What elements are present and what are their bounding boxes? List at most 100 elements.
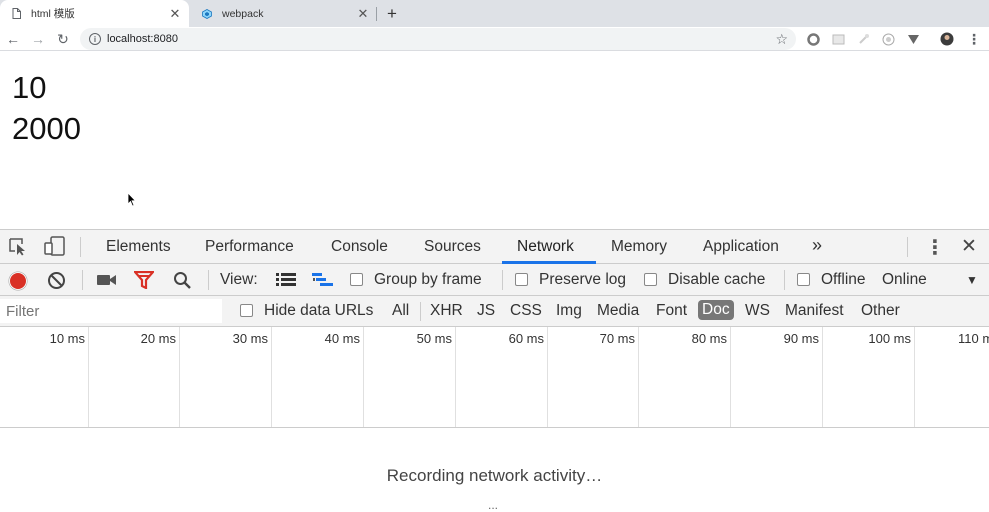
type-filter-img[interactable]: Img [556, 302, 582, 320]
timeline-tick-label: 80 ms [691, 331, 727, 346]
timeline-tick-label: 10 ms [49, 331, 85, 346]
timeline-tick-label: 20 ms [140, 331, 176, 346]
page-viewport: 10 2000 [0, 52, 989, 229]
divider [502, 270, 503, 290]
type-filter-other[interactable]: Other [861, 302, 900, 320]
divider [907, 237, 908, 257]
mouse-cursor-icon [127, 192, 137, 207]
disable-cache-checkbox[interactable] [644, 273, 657, 286]
type-filter-xhr[interactable]: XHR [430, 302, 463, 320]
back-icon[interactable]: ← [4, 30, 22, 48]
timeline-tick-label: 40 ms [324, 331, 360, 346]
divider [80, 237, 81, 257]
throttling-select[interactable]: Online [882, 271, 927, 289]
type-filter-manifest[interactable]: Manifest [785, 302, 844, 320]
disable-cache-label: Disable cache [668, 271, 766, 288]
recording-status: Recording network activity… [386, 466, 603, 485]
close-devtools-icon[interactable]: ✕ [961, 235, 977, 258]
webpack-icon [202, 8, 212, 20]
timeline-tick-label: 100 ms [868, 331, 911, 346]
hide-data-urls-checkbox[interactable] [240, 304, 253, 317]
group-by-frame-label: Group by frame [374, 271, 482, 288]
browser-tab-strip: html 模版 ✕ webpack ✕ + [0, 0, 989, 27]
extension-icon[interactable] [856, 32, 870, 46]
url-text: localhost:8080 [107, 33, 178, 45]
device-toolbar-icon[interactable] [44, 236, 66, 261]
browser-toolbar: ← → ↻ i localhost:8080 ☆ ⋮ [0, 27, 989, 51]
close-tab-icon[interactable]: ✕ [355, 6, 371, 22]
divider [208, 270, 209, 290]
extension-icon[interactable] [831, 32, 845, 46]
timeline-tick-label: 50 ms [416, 331, 452, 346]
bookmark-star-icon[interactable]: ☆ [775, 31, 788, 48]
devtools-tab-bar: Elements Performance Console Sources Net… [0, 230, 989, 264]
filter-input[interactable] [0, 299, 222, 323]
large-rows-icon[interactable] [276, 273, 296, 292]
timeline-gridline [363, 327, 364, 427]
waterfall-overview-icon[interactable] [312, 273, 334, 293]
type-filter-all[interactable]: All [392, 302, 409, 320]
filter-icon[interactable] [132, 270, 156, 294]
divider [82, 270, 83, 290]
preserve-log-checkbox[interactable] [515, 273, 528, 286]
timeline-gridline [179, 327, 180, 427]
offline-label: Offline [821, 271, 866, 288]
type-filter-font[interactable]: Font [656, 302, 687, 320]
timeline-tick-label: 90 ms [783, 331, 819, 346]
filter-bar: Hide data URLs All XHR JS CSS Img Media … [0, 296, 989, 327]
hide-data-urls-label: Hide data URLs [264, 302, 374, 319]
browser-tab-webpack[interactable]: webpack ✕ [191, 0, 377, 27]
group-by-frame-checkbox[interactable] [350, 273, 363, 286]
new-tab-icon[interactable]: + [382, 4, 402, 24]
recording-progress-dots: ... [488, 498, 499, 512]
menu-kebab-icon[interactable]: ⋮ [967, 31, 981, 47]
tab-network[interactable]: Network [517, 238, 574, 256]
type-filter-css[interactable]: CSS [510, 302, 542, 320]
address-bar[interactable]: i localhost:8080 ☆ [80, 28, 796, 50]
profile-avatar[interactable] [940, 32, 954, 46]
timeline-gridline [271, 327, 272, 427]
extension-icon[interactable] [906, 32, 920, 46]
divider [784, 270, 785, 290]
timeline-gridline [88, 327, 89, 427]
tab-memory[interactable]: Memory [611, 238, 667, 256]
timeline-gridline [914, 327, 915, 427]
browser-tab-html[interactable]: html 模版 ✕ [0, 0, 189, 27]
tab-sources[interactable]: Sources [424, 238, 481, 256]
tab-application[interactable]: Application [703, 238, 779, 256]
timeline-tick-label: 110 ms [958, 331, 989, 346]
timeline-gridline [638, 327, 639, 427]
output-line: 10 [12, 70, 47, 105]
timeline-tick-label: 30 ms [232, 331, 268, 346]
timeline-tick-label: 60 ms [508, 331, 544, 346]
reload-icon[interactable]: ↻ [54, 30, 72, 48]
type-filter-doc[interactable]: Doc [698, 300, 734, 320]
output-line: 2000 [12, 111, 81, 146]
inspect-element-icon[interactable] [9, 238, 29, 261]
tab-elements[interactable]: Elements [106, 238, 171, 256]
forward-icon[interactable]: → [29, 30, 47, 48]
divider [420, 302, 421, 321]
clear-icon[interactable] [47, 271, 66, 295]
timeline-gridline [547, 327, 548, 427]
devtools-menu-icon[interactable]: ⋮ [925, 235, 945, 260]
throttling-dropdown-icon[interactable]: ▼ [966, 273, 978, 287]
timeline-gridline [822, 327, 823, 427]
type-filter-ws[interactable]: WS [745, 302, 770, 320]
close-tab-icon[interactable]: ✕ [167, 6, 183, 22]
network-timeline-overview[interactable]: 10 ms 20 ms 30 ms 40 ms 50 ms 60 ms 70 m… [0, 327, 989, 428]
offline-checkbox[interactable] [797, 273, 810, 286]
timeline-gridline [730, 327, 731, 427]
more-tabs-icon[interactable]: » [812, 235, 822, 256]
type-filter-js[interactable]: JS [477, 302, 495, 320]
record-icon[interactable] [8, 271, 28, 296]
capture-screenshots-icon[interactable] [97, 273, 117, 292]
search-icon[interactable] [173, 271, 192, 295]
site-info-icon[interactable]: i [89, 33, 101, 45]
type-filter-media[interactable]: Media [597, 302, 639, 320]
tab-console[interactable]: Console [331, 238, 388, 256]
document-icon [11, 8, 21, 20]
extension-icon[interactable] [806, 32, 820, 46]
tab-performance[interactable]: Performance [205, 238, 294, 256]
extension-icon[interactable] [881, 32, 895, 46]
